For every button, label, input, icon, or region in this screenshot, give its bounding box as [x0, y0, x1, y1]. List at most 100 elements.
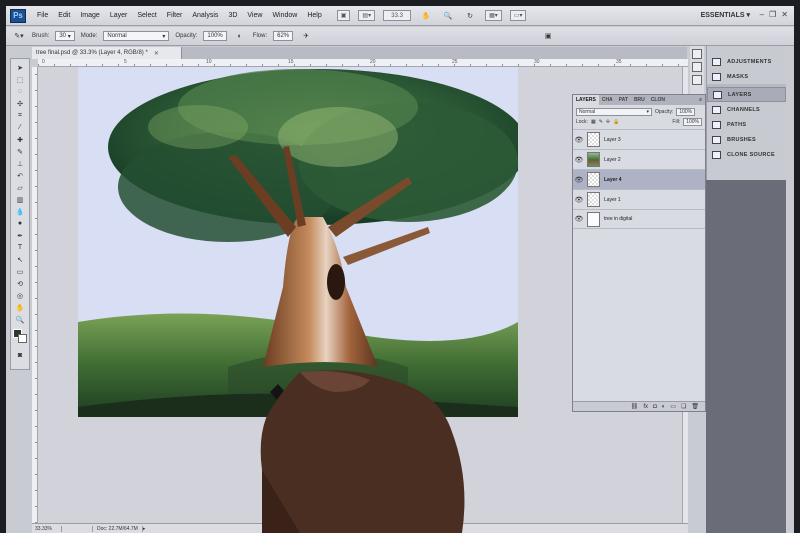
menu-help[interactable]: Help [302, 12, 326, 19]
menu-file[interactable]: File [32, 12, 53, 19]
eraser-tool-icon[interactable]: ▱ [13, 182, 27, 193]
document-tab[interactable]: tree final.psd @ 33.3% (Layer 4, RGB/8) … [32, 47, 182, 59]
adjustment-layer-icon[interactable]: ◐ [662, 404, 666, 410]
background-color-swatch[interactable] [18, 334, 27, 343]
info-icon[interactable] [692, 62, 702, 72]
flow-field[interactable]: 62% [273, 31, 294, 41]
brush-panel-toggle-icon[interactable]: ▣ [541, 31, 555, 42]
panel-adjustments[interactable]: ADJUSTMENTS [707, 54, 786, 69]
3d-rotate-tool-icon[interactable]: ⟲ [13, 278, 27, 289]
3d-orbit-tool-icon[interactable]: ◎ [13, 290, 27, 301]
opacity-field[interactable]: 100% [203, 31, 227, 41]
document-canvas[interactable] [78, 67, 518, 417]
new-layer-icon[interactable]: ❏ [681, 403, 686, 410]
layer-row[interactable]: 👁 Layer 2 [573, 149, 705, 169]
menu-layer[interactable]: Layer [105, 12, 133, 19]
swatches-icon[interactable] [692, 75, 702, 85]
panel-channels[interactable]: CHANNELS [707, 102, 786, 117]
path-selection-tool-icon[interactable]: ↖ [13, 254, 27, 265]
blend-mode-select[interactable]: Normal ▾ [576, 108, 652, 116]
history-icon[interactable] [692, 49, 702, 59]
visibility-eye-icon[interactable]: 👁 [573, 176, 585, 184]
menu-analysis[interactable]: Analysis [187, 12, 223, 19]
layer-row[interactable]: 👁 Layer 3 [573, 129, 705, 149]
marquee-tool-icon[interactable]: ⬚ [13, 74, 27, 85]
visibility-eye-icon[interactable]: 👁 [573, 215, 585, 223]
dock-header[interactable] [707, 46, 786, 54]
zoom-level-field[interactable]: 33.3 [383, 10, 412, 21]
panel-clone-source[interactable]: CLONE SOURCE [707, 147, 786, 162]
history-brush-tool-icon[interactable]: ↶ [13, 170, 27, 181]
add-mask-icon[interactable]: ◘ [653, 404, 657, 410]
horizontal-ruler[interactable]: 0 5 10 15 20 25 30 35 [38, 59, 688, 67]
tab-close-icon[interactable]: ✕ [154, 50, 159, 57]
menu-filter[interactable]: Filter [162, 12, 188, 19]
tab-brushes[interactable]: BRU [631, 95, 648, 105]
panel-layers[interactable]: LAYERS [707, 87, 786, 102]
lock-pixels-icon[interactable]: ✎ [599, 119, 603, 125]
healing-brush-tool-icon[interactable]: ✚ [13, 134, 27, 145]
layer-style-icon[interactable]: fx [643, 404, 648, 410]
tab-clone-source[interactable]: CLON [648, 95, 668, 105]
quick-selection-tool-icon[interactable]: ✣ [13, 98, 27, 109]
panel-masks[interactable]: MASKS [707, 69, 786, 84]
airbrush-icon[interactable]: ✈ [299, 31, 313, 42]
move-tool-icon[interactable]: ➤ [13, 62, 27, 73]
lock-position-icon[interactable]: ✢ [606, 119, 610, 125]
close-icon[interactable]: ✕ [781, 10, 788, 19]
layer-row[interactable]: 👁 tree in digital [573, 209, 705, 229]
shape-tool-icon[interactable]: ▭ [13, 266, 27, 277]
tab-paths[interactable]: PAT [616, 95, 631, 105]
tab-layers[interactable]: LAYERS [573, 95, 599, 105]
layer-row[interactable]: 👁 Layer 1 [573, 189, 705, 209]
type-tool-icon[interactable]: T [13, 242, 27, 253]
view-extras-button[interactable]: ▤▾ [358, 10, 376, 21]
menu-edit[interactable]: Edit [53, 12, 75, 19]
layer-row-selected[interactable]: 👁 Layer 4 [573, 169, 705, 189]
blur-tool-icon[interactable]: 💧 [13, 206, 27, 217]
gradient-tool-icon[interactable]: ▥ [13, 194, 27, 205]
minimize-icon[interactable]: – [760, 10, 764, 19]
status-doc-size[interactable]: Doc: 22.7M/64.7M [92, 525, 143, 532]
zoom-tool-icon[interactable]: 🔍 [441, 10, 455, 21]
screen-mode-button[interactable]: ▭▾ [509, 10, 527, 21]
workspace-switcher[interactable]: ESSENTIALS ▾ [701, 11, 750, 19]
lock-all-icon[interactable]: 🔒 [613, 119, 619, 125]
visibility-eye-icon[interactable]: 👁 [573, 156, 585, 164]
hand-tool-icon[interactable]: ✋ [419, 10, 433, 21]
panel-menu-icon[interactable]: ≡ [699, 97, 705, 103]
brush-size-picker[interactable]: 30 ▾ [55, 31, 75, 41]
lasso-tool-icon[interactable]: ◌ [13, 86, 27, 97]
panel-paths[interactable]: PATHS [707, 117, 786, 132]
menu-view[interactable]: View [242, 12, 267, 19]
rotate-view-icon[interactable]: ↻ [463, 10, 477, 21]
status-zoom[interactable]: 33.33% [32, 525, 62, 532]
dodge-tool-icon[interactable]: ● [13, 218, 27, 229]
arrange-documents-button[interactable]: ▦▾ [485, 10, 502, 21]
restore-icon[interactable]: ❐ [769, 10, 776, 19]
fill-field[interactable]: 100% [683, 118, 702, 126]
pen-tool-icon[interactable]: ✒ [13, 230, 27, 241]
lock-transparency-icon[interactable]: ▦ [591, 119, 596, 125]
crop-tool-icon[interactable]: ⌗ [13, 110, 27, 121]
mode-select[interactable]: Normal ▾ [103, 31, 170, 41]
status-menu-arrow-icon[interactable]: ▸ [143, 526, 146, 532]
hand-tool-icon[interactable]: ✋ [13, 302, 27, 313]
layer-opacity-field[interactable]: 100% [676, 108, 696, 116]
zoom-tool-icon[interactable]: 🔍 [13, 314, 27, 325]
panel-brushes[interactable]: BRUSHES [707, 132, 786, 147]
pressure-opacity-icon[interactable]: ◐ [233, 31, 247, 42]
menu-3d[interactable]: 3D [223, 12, 242, 19]
link-layers-icon[interactable]: ⛓ [631, 403, 639, 410]
menu-select[interactable]: Select [132, 12, 161, 19]
visibility-eye-icon[interactable]: 👁 [573, 136, 585, 144]
eyedropper-tool-icon[interactable]: ⁄ [13, 122, 27, 133]
brush-tool-preset-icon[interactable]: ✎▾ [12, 31, 26, 42]
launch-bridge-button[interactable]: ▣ [336, 10, 351, 21]
quick-mask-icon[interactable]: ◙ [13, 350, 27, 361]
menu-image[interactable]: Image [75, 12, 104, 19]
clone-stamp-tool-icon[interactable]: ⊥ [13, 158, 27, 169]
delete-layer-icon[interactable]: 🗑 [691, 403, 699, 410]
menu-window[interactable]: Window [267, 12, 302, 19]
visibility-eye-icon[interactable]: 👁 [573, 196, 585, 204]
